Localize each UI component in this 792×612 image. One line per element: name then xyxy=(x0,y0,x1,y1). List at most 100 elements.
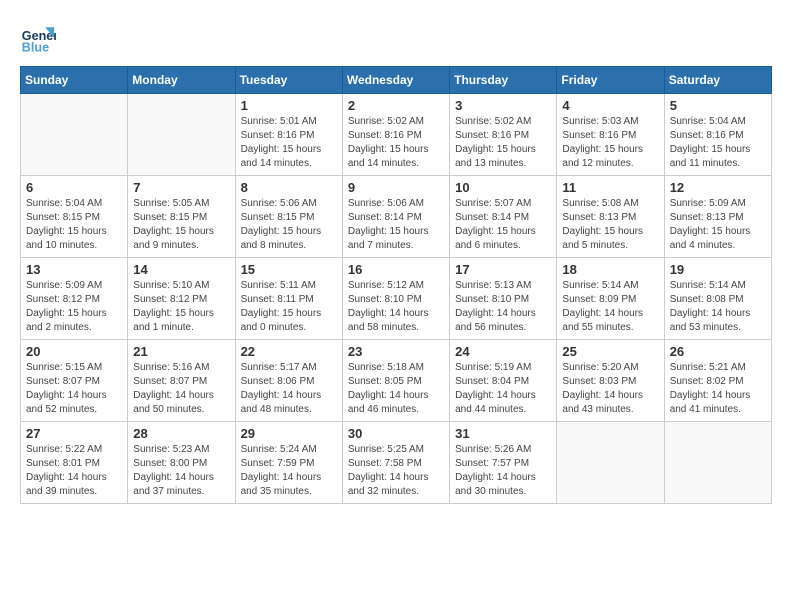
day-number: 2 xyxy=(348,98,444,113)
day-info: Sunrise: 5:25 AM Sunset: 7:58 PM Dayligh… xyxy=(348,443,444,499)
day-info: Sunrise: 5:17 AM Sunset: 8:06 PM Dayligh… xyxy=(241,361,337,417)
day-info: Sunrise: 5:15 AM Sunset: 8:07 PM Dayligh… xyxy=(26,361,122,417)
calendar-cell: 29 Sunrise: 5:24 AM Sunset: 7:59 PM Dayli… xyxy=(235,422,342,504)
day-info: Sunrise: 5:04 AM Sunset: 8:16 PM Dayligh… xyxy=(670,115,766,171)
day-number: 3 xyxy=(455,98,551,113)
weekday-header-thursday: Thursday xyxy=(450,67,557,94)
day-number: 13 xyxy=(26,262,122,277)
calendar-cell: 9Sunrise: 5:06 AM Sunset: 8:14 PM Daylig… xyxy=(342,176,449,258)
day-info: Sunrise: 5:03 AM Sunset: 8:16 PM Dayligh… xyxy=(562,115,658,171)
day-number: 27 xyxy=(26,426,122,441)
calendar-cell: 21 Sunrise: 5:16 AM Sunset: 8:07 PM Dayli… xyxy=(128,340,235,422)
day-number: 25 xyxy=(562,344,658,359)
day-number: 28 xyxy=(133,426,229,441)
day-info: Sunrise: 5:05 AM Sunset: 8:15 PM Dayligh… xyxy=(133,197,229,253)
weekday-header-monday: Monday xyxy=(128,67,235,94)
day-number: 23 xyxy=(348,344,444,359)
calendar-cell: 3 Sunrise: 5:02 AM Sunset: 8:16 PM Daylig… xyxy=(450,94,557,176)
day-number: 29 xyxy=(241,426,337,441)
calendar-cell: 18 Sunrise: 5:14 AM Sunset: 8:09 PM Dayli… xyxy=(557,258,664,340)
calendar-cell: 14 Sunrise: 5:10 AM Sunset: 8:12 PM Dayli… xyxy=(128,258,235,340)
day-info: Sunrise: 5:12 AM Sunset: 8:10 PM Dayligh… xyxy=(348,279,444,335)
day-number: 26 xyxy=(670,344,766,359)
calendar-cell: 31Sunrise: 5:26 AM Sunset: 7:57 PM Dayli… xyxy=(450,422,557,504)
day-number: 19 xyxy=(670,262,766,277)
day-info: Sunrise: 5:09 AM Sunset: 8:12 PM Dayligh… xyxy=(26,279,122,335)
calendar-cell: 26 Sunrise: 5:21 AM Sunset: 8:02 PM Dayli… xyxy=(664,340,771,422)
weekday-header-tuesday: Tuesday xyxy=(235,67,342,94)
calendar-cell: 28 Sunrise: 5:23 AM Sunset: 8:00 PM Dayli… xyxy=(128,422,235,504)
day-number: 20 xyxy=(26,344,122,359)
day-info: Sunrise: 5:14 AM Sunset: 8:09 PM Dayligh… xyxy=(562,279,658,335)
calendar-cell xyxy=(21,94,128,176)
day-number: 30 xyxy=(348,426,444,441)
day-number: 18 xyxy=(562,262,658,277)
calendar-cell xyxy=(557,422,664,504)
day-info: Sunrise: 5:07 AM Sunset: 8:14 PM Dayligh… xyxy=(455,197,551,253)
calendar-cell: 4 Sunrise: 5:03 AM Sunset: 8:16 PM Daylig… xyxy=(557,94,664,176)
day-info: Sunrise: 5:16 AM Sunset: 8:07 PM Dayligh… xyxy=(133,361,229,417)
day-info: Sunrise: 5:24 AM Sunset: 7:59 PM Dayligh… xyxy=(241,443,337,499)
day-info: Sunrise: 5:02 AM Sunset: 8:16 PM Dayligh… xyxy=(348,115,444,171)
day-number: 6 xyxy=(26,180,122,195)
calendar-week-3: 13 Sunrise: 5:09 AM Sunset: 8:12 PM Dayli… xyxy=(21,258,772,340)
day-info: Sunrise: 5:08 AM Sunset: 8:13 PM Dayligh… xyxy=(562,197,658,253)
calendar-cell: 23 Sunrise: 5:18 AM Sunset: 8:05 PM Dayli… xyxy=(342,340,449,422)
calendar-cell: 27Sunrise: 5:22 AM Sunset: 8:01 PM Dayli… xyxy=(21,422,128,504)
day-info: Sunrise: 5:13 AM Sunset: 8:10 PM Dayligh… xyxy=(455,279,551,335)
weekday-header-friday: Friday xyxy=(557,67,664,94)
calendar-cell: 5 Sunrise: 5:04 AM Sunset: 8:16 PM Daylig… xyxy=(664,94,771,176)
day-info: Sunrise: 5:18 AM Sunset: 8:05 PM Dayligh… xyxy=(348,361,444,417)
calendar-cell: 2 Sunrise: 5:02 AM Sunset: 8:16 PM Daylig… xyxy=(342,94,449,176)
calendar-cell: 20 Sunrise: 5:15 AM Sunset: 8:07 PM Dayli… xyxy=(21,340,128,422)
day-info: Sunrise: 5:11 AM Sunset: 8:11 PM Dayligh… xyxy=(241,279,337,335)
day-number: 8 xyxy=(241,180,337,195)
day-info: Sunrise: 5:02 AM Sunset: 8:16 PM Dayligh… xyxy=(455,115,551,171)
day-number: 10 xyxy=(455,180,551,195)
calendar-cell: 30 Sunrise: 5:25 AM Sunset: 7:58 PM Dayli… xyxy=(342,422,449,504)
logo: General Blue xyxy=(20,20,62,56)
day-info: Sunrise: 5:20 AM Sunset: 8:03 PM Dayligh… xyxy=(562,361,658,417)
day-info: Sunrise: 5:04 AM Sunset: 8:15 PM Dayligh… xyxy=(26,197,122,253)
calendar-cell: 13 Sunrise: 5:09 AM Sunset: 8:12 PM Dayli… xyxy=(21,258,128,340)
day-info: Sunrise: 5:06 AM Sunset: 8:15 PM Dayligh… xyxy=(241,197,337,253)
page-header: General Blue xyxy=(20,20,772,56)
calendar-cell: 17 Sunrise: 5:13 AM Sunset: 8:10 PM Dayli… xyxy=(450,258,557,340)
day-info: Sunrise: 5:10 AM Sunset: 8:12 PM Dayligh… xyxy=(133,279,229,335)
day-number: 7 xyxy=(133,180,229,195)
calendar-cell: 16 Sunrise: 5:12 AM Sunset: 8:10 PM Dayli… xyxy=(342,258,449,340)
day-info: Sunrise: 5:19 AM Sunset: 8:04 PM Dayligh… xyxy=(455,361,551,417)
calendar-week-1: 1 Sunrise: 5:01 AM Sunset: 8:16 PM Daylig… xyxy=(21,94,772,176)
logo-icon: General Blue xyxy=(20,20,56,56)
day-number: 1 xyxy=(241,98,337,113)
day-info: Sunrise: 5:01 AM Sunset: 8:16 PM Dayligh… xyxy=(241,115,337,171)
weekday-header-saturday: Saturday xyxy=(664,67,771,94)
day-number: 16 xyxy=(348,262,444,277)
calendar-cell: 1 Sunrise: 5:01 AM Sunset: 8:16 PM Daylig… xyxy=(235,94,342,176)
day-number: 15 xyxy=(241,262,337,277)
calendar-week-2: 6 Sunrise: 5:04 AM Sunset: 8:15 PM Daylig… xyxy=(21,176,772,258)
svg-text:Blue: Blue xyxy=(22,41,49,55)
day-number: 5 xyxy=(670,98,766,113)
day-number: 12 xyxy=(670,180,766,195)
day-number: 11 xyxy=(562,180,658,195)
calendar-cell: 19 Sunrise: 5:14 AM Sunset: 8:08 PM Dayli… xyxy=(664,258,771,340)
calendar-cell xyxy=(128,94,235,176)
weekday-header-row: SundayMondayTuesdayWednesdayThursdayFrid… xyxy=(21,67,772,94)
day-number: 21 xyxy=(133,344,229,359)
calendar-cell: 6 Sunrise: 5:04 AM Sunset: 8:15 PM Daylig… xyxy=(21,176,128,258)
day-number: 31 xyxy=(455,426,551,441)
day-number: 24 xyxy=(455,344,551,359)
day-number: 22 xyxy=(241,344,337,359)
day-info: Sunrise: 5:09 AM Sunset: 8:13 PM Dayligh… xyxy=(670,197,766,253)
day-number: 17 xyxy=(455,262,551,277)
weekday-header-wednesday: Wednesday xyxy=(342,67,449,94)
day-number: 14 xyxy=(133,262,229,277)
day-number: 4 xyxy=(562,98,658,113)
calendar-cell xyxy=(664,422,771,504)
day-info: Sunrise: 5:06 AM Sunset: 8:14 PM Dayligh… xyxy=(348,197,444,253)
day-info: Sunrise: 5:14 AM Sunset: 8:08 PM Dayligh… xyxy=(670,279,766,335)
day-info: Sunrise: 5:23 AM Sunset: 8:00 PM Dayligh… xyxy=(133,443,229,499)
calendar-cell: 10 Sunrise: 5:07 AM Sunset: 8:14 PM Dayli… xyxy=(450,176,557,258)
day-info: Sunrise: 5:21 AM Sunset: 8:02 PM Dayligh… xyxy=(670,361,766,417)
